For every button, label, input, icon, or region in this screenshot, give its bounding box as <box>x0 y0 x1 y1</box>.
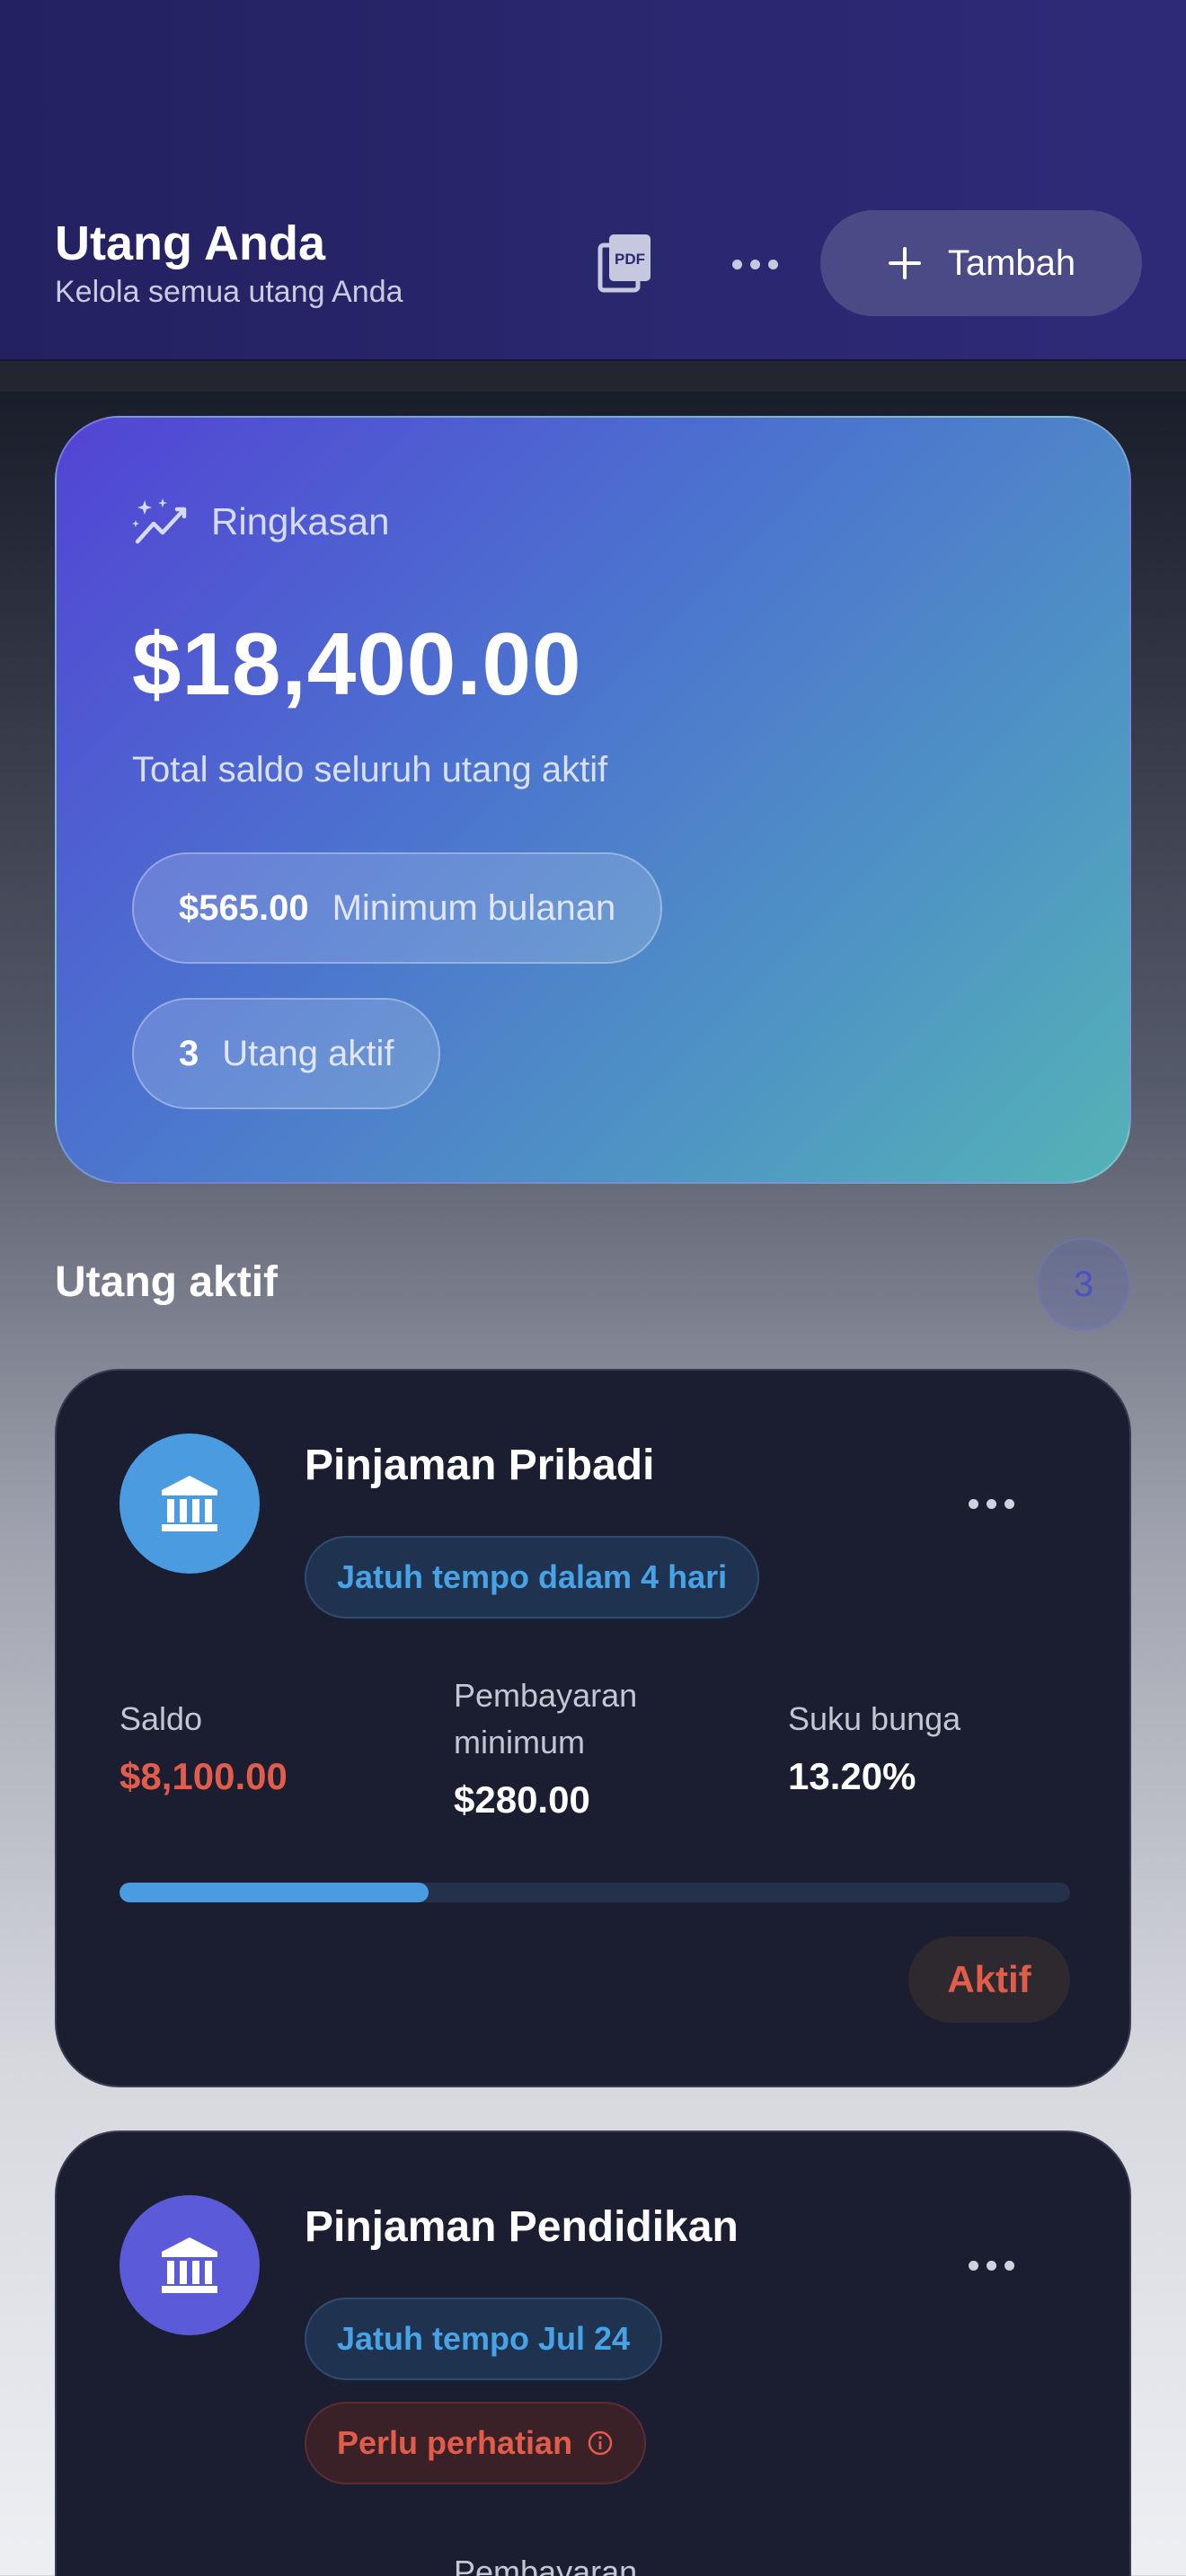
summary-label-row: Ringkasan <box>132 497 389 547</box>
min-payment-stat: Pembayaran minimum $280.00 <box>454 1672 687 1822</box>
min-payment-stat: Pembayaran <box>454 2549 687 2576</box>
debt-more-button[interactable] <box>955 1486 1027 1522</box>
interest-rate-value: 13.20% <box>788 1755 916 1797</box>
status-badge: Aktif <box>908 1936 1070 2023</box>
more-icon-dot <box>986 2260 996 2271</box>
bank-avatar <box>119 2195 260 2335</box>
header-divider <box>0 361 1186 392</box>
min-payment-value: $280.00 <box>454 1778 590 1821</box>
monthly-minimum-label: Minimum bulanan <box>332 887 616 928</box>
bank-icon <box>162 1476 217 1531</box>
monthly-minimum-value: $565.00 <box>179 887 309 928</box>
info-icon <box>588 2430 613 2456</box>
balance-value: $8,100.00 <box>119 1755 288 1797</box>
debt-card[interactable]: Pinjaman Pendidikan Jatuh tempo Jul 24 P… <box>55 2130 1131 2576</box>
bank-icon <box>162 2237 217 2293</box>
more-icon-dot <box>986 1498 996 1509</box>
more-options-button[interactable] <box>719 232 791 296</box>
bank-avatar <box>119 1434 260 1574</box>
payoff-progress-fill <box>119 1883 429 1902</box>
balance-label: Saldo <box>119 1700 203 1737</box>
monthly-minimum-pill: $565.00 Minimum bulanan <box>132 852 663 964</box>
attention-tag[interactable]: Perlu perhatian <box>305 2402 647 2484</box>
interest-rate-stat: Suku bunga 13.20% <box>788 1696 960 1798</box>
more-icon-dot <box>749 259 760 269</box>
svg-text:PDF: PDF <box>615 251 645 268</box>
active-debts-label: Utang aktif <box>222 1033 394 1073</box>
summary-card: Ringkasan $18,400.00 Total saldo seluruh… <box>55 416 1131 1184</box>
more-icon <box>968 1498 978 1509</box>
sparkle-chart-icon <box>132 498 187 544</box>
export-pdf-button[interactable]: PDF <box>593 232 658 296</box>
active-debts-value: 3 <box>179 1033 199 1073</box>
due-date-tag: Jatuh tempo Jul 24 <box>305 2298 663 2380</box>
debt-name: Pinjaman Pribadi <box>305 1442 655 1489</box>
interest-rate-label: Suku bunga <box>788 1700 961 1737</box>
page-subtitle: Kelola semua utang Anda <box>55 275 403 309</box>
debt-name: Pinjaman Pendidikan <box>305 2203 739 2251</box>
balance-stat: Saldo $8,100.00 <box>119 1696 288 1798</box>
pdf-icon: PDF <box>597 234 651 293</box>
payoff-progress-bar <box>119 1883 1070 1902</box>
total-balance: $18,400.00 <box>132 614 582 713</box>
debt-card[interactable]: Pinjaman Pribadi Jatuh tempo dalam 4 har… <box>55 1369 1131 2087</box>
section-title: Utang aktif <box>55 1258 279 1306</box>
plus-icon <box>888 247 921 279</box>
more-icon-dot <box>1004 1498 1014 1509</box>
due-date-tag: Jatuh tempo dalam 4 hari <box>305 1536 760 1619</box>
more-icon <box>968 2260 978 2271</box>
attention-label: Perlu perhatian <box>337 2424 573 2461</box>
min-payment-label: Pembayaran <box>454 2554 638 2576</box>
debt-more-button[interactable] <box>955 2247 1027 2283</box>
summary-label: Ringkasan <box>211 500 390 543</box>
min-payment-label: Pembayaran minimum <box>454 1677 638 1760</box>
total-balance-description: Total saldo seluruh utang aktif <box>132 750 608 790</box>
active-debts-pill: 3 Utang aktif <box>132 998 441 1109</box>
add-button-label: Tambah <box>947 243 1076 283</box>
active-count-badge: 3 <box>1037 1238 1130 1331</box>
add-debt-button[interactable]: Tambah <box>820 210 1142 316</box>
page-title: Utang Anda <box>55 216 325 270</box>
more-icon-dot <box>1004 2260 1014 2271</box>
more-icon <box>731 259 742 269</box>
more-icon-dot <box>767 259 778 269</box>
